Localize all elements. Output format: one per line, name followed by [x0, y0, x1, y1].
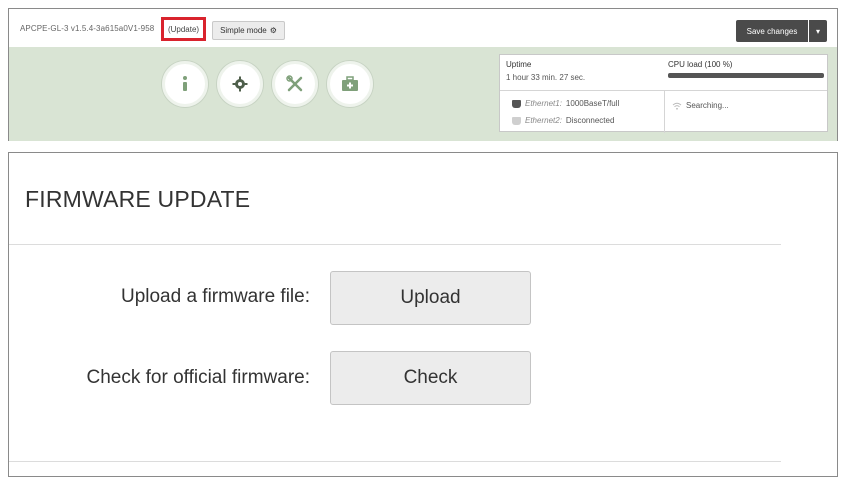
wifi-row: Searching... — [672, 101, 729, 110]
ethernet1-status: 1000BaseT/full — [565, 99, 620, 108]
status-button[interactable] — [162, 61, 208, 107]
upload-label: Upload a firmware file: — [120, 286, 310, 307]
wifi-status: Searching... — [686, 101, 729, 110]
update-link[interactable]: (Update) — [161, 17, 206, 41]
firmware-version: APCPE-GL-3 v1.5.4-3a615a0V1-958 — [20, 24, 155, 33]
toolbar-area: Uptime 1 hour 33 min. 27 sec. CPU load (… — [9, 47, 837, 141]
ethernet1-row: Ethernet1: 1000BaseT/full — [512, 99, 619, 108]
simple-mode-button[interactable]: Simple mode ⚙ — [212, 21, 285, 40]
top-bar: APCPE-GL-3 v1.5.4-3a615a0V1-958 (Update)… — [9, 9, 837, 47]
ethernet2-name: Ethernet2: — [525, 116, 562, 125]
title-divider — [9, 244, 781, 245]
status-summary: Uptime 1 hour 33 min. 27 sec. CPU load (… — [499, 54, 828, 133]
caret-down-icon: ▾ — [815, 26, 820, 36]
status-divider — [664, 91, 665, 133]
footer-divider — [9, 461, 781, 462]
ethernet-port-icon — [512, 116, 521, 125]
save-options-dropdown[interactable]: ▾ — [809, 20, 827, 42]
ethernet-port-icon — [512, 99, 521, 108]
gear-icon: ⚙ — [269, 26, 277, 35]
cpu-load-label: CPU load (100 %) — [668, 60, 733, 69]
ethernet2-status: Disconnected — [565, 116, 615, 125]
tools-button[interactable] — [272, 61, 318, 107]
wifi-icon — [672, 102, 682, 110]
uptime-value: 1 hour 33 min. 27 sec. — [506, 73, 586, 82]
gear-icon — [232, 76, 248, 92]
router-header-panel: APCPE-GL-3 v1.5.4-3a615a0V1-958 (Update)… — [8, 8, 838, 141]
uptime-label: Uptime — [506, 60, 532, 69]
cpu-load-bar — [668, 73, 824, 78]
status-top-row: Uptime 1 hour 33 min. 27 sec. CPU load (… — [500, 55, 827, 91]
upload-button[interactable]: Upload — [330, 271, 531, 325]
page-title: FIRMWARE UPDATE — [25, 186, 251, 212]
firmware-update-panel: FIRMWARE UPDATE Upload a firmware file: … — [8, 152, 838, 477]
medkit-icon — [342, 76, 358, 91]
simple-mode-label: Simple mode — [220, 26, 267, 35]
check-label: Check for official firmware: — [86, 367, 311, 388]
ethernet1-name: Ethernet1: — [525, 99, 562, 108]
cpu-load-fill — [668, 73, 824, 78]
save-changes-button[interactable]: Save changes — [736, 20, 808, 42]
settings-button[interactable] — [217, 61, 263, 107]
ethernet2-row: Ethernet2: Disconnected — [512, 116, 614, 125]
info-icon — [183, 76, 187, 91]
check-button[interactable]: Check — [330, 351, 531, 405]
maintenance-button[interactable] — [327, 61, 373, 107]
tools-icon — [286, 75, 303, 92]
